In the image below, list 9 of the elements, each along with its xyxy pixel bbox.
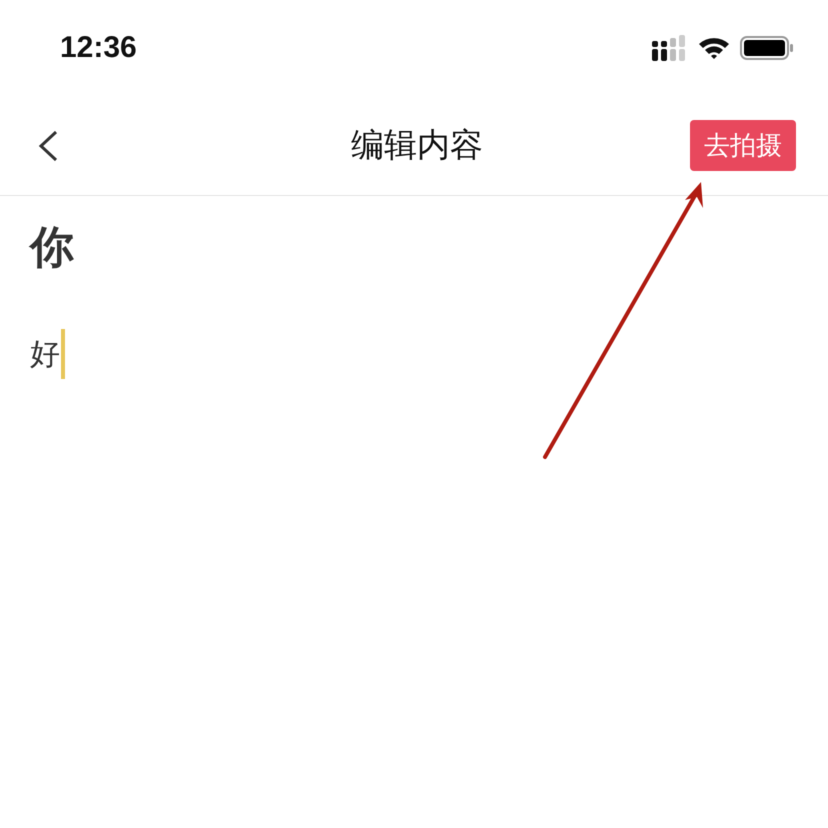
battery-icon [740,36,794,60]
content-body: 好 [30,336,60,374]
signal-icon [652,35,688,61]
status-time: 12:36 [60,31,137,65]
back-icon[interactable] [38,130,58,162]
page-title: 编辑内容 [351,124,483,166]
wifi-icon [698,36,730,60]
content-title: 你 [30,221,75,275]
shoot-button[interactable]: 去拍摄 [690,120,796,171]
